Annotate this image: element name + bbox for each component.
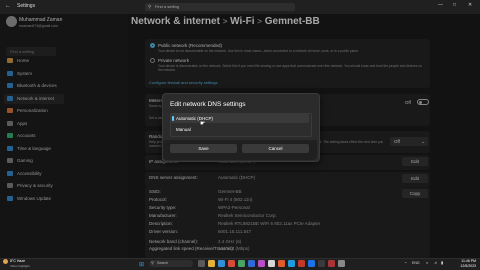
search-icon: ⚲	[148, 4, 152, 9]
minimize-icon[interactable]: —	[438, 2, 443, 8]
taskbar-search[interactable]: Search	[149, 260, 193, 267]
maximize-icon[interactable]: □	[453, 2, 456, 8]
store-icon[interactable]	[238, 260, 245, 267]
youtube-icon[interactable]	[298, 260, 305, 267]
taskbar-search-placeholder: Search	[157, 261, 169, 265]
wifi-icon[interactable]: ≈	[426, 260, 428, 265]
app-icon[interactable]	[258, 260, 265, 267]
edge-icon[interactable]	[218, 260, 225, 267]
file-explorer-icon[interactable]	[208, 260, 215, 267]
telegram-icon[interactable]	[288, 260, 295, 267]
office-icon[interactable]	[278, 260, 285, 267]
weather-text: Haze	[16, 259, 26, 263]
clock-date[interactable]: 12/5/2023	[456, 264, 476, 268]
mouse-cursor-icon: ☛	[200, 121, 206, 127]
dns-option-manual[interactable]: Manual	[171, 125, 309, 134]
app-title: Settings	[17, 3, 36, 9]
dns-option-automatic[interactable]: Automatic (DHCP)	[171, 114, 309, 123]
word-icon[interactable]	[308, 260, 315, 267]
battery-icon[interactable]: ▮	[441, 260, 443, 265]
title-search-box[interactable]: Find a setting	[145, 3, 295, 11]
selected-indicator	[172, 116, 174, 121]
back-arrow-icon[interactable]: ←	[5, 3, 11, 9]
chrome-icon[interactable]	[228, 260, 235, 267]
title-search-placeholder: Find a setting	[155, 4, 180, 9]
photos-icon[interactable]	[268, 260, 275, 267]
volume-icon[interactable]: ♬	[434, 260, 438, 265]
weather-icon[interactable]	[3, 259, 8, 264]
mail-icon[interactable]	[248, 260, 255, 267]
weather-sub: Video highlight	[10, 264, 30, 268]
gear-icon[interactable]	[338, 260, 345, 267]
settings-app-icon[interactable]	[318, 260, 325, 267]
task-view-icon[interactable]	[198, 260, 205, 267]
tray-chevron-up-icon[interactable]: ⌃	[404, 261, 407, 266]
pdf-icon[interactable]	[328, 260, 335, 267]
language-indicator[interactable]: ENG	[412, 261, 420, 265]
start-icon[interactable]: ⊞	[139, 261, 144, 268]
dialog-title: Edit network DNS settings	[170, 101, 246, 108]
weather-temp: 8°C Haze	[10, 259, 25, 263]
dialog-cancel-button[interactable]: Cancel	[242, 144, 309, 153]
taskbar-search-icon: ⚲	[151, 260, 154, 265]
weather-temp-value: 8°C	[10, 259, 16, 263]
clock-time[interactable]: 11:46 PM	[456, 259, 476, 263]
dialog-save-button[interactable]: Save	[170, 144, 237, 153]
close-icon[interactable]: ✕	[468, 2, 472, 8]
